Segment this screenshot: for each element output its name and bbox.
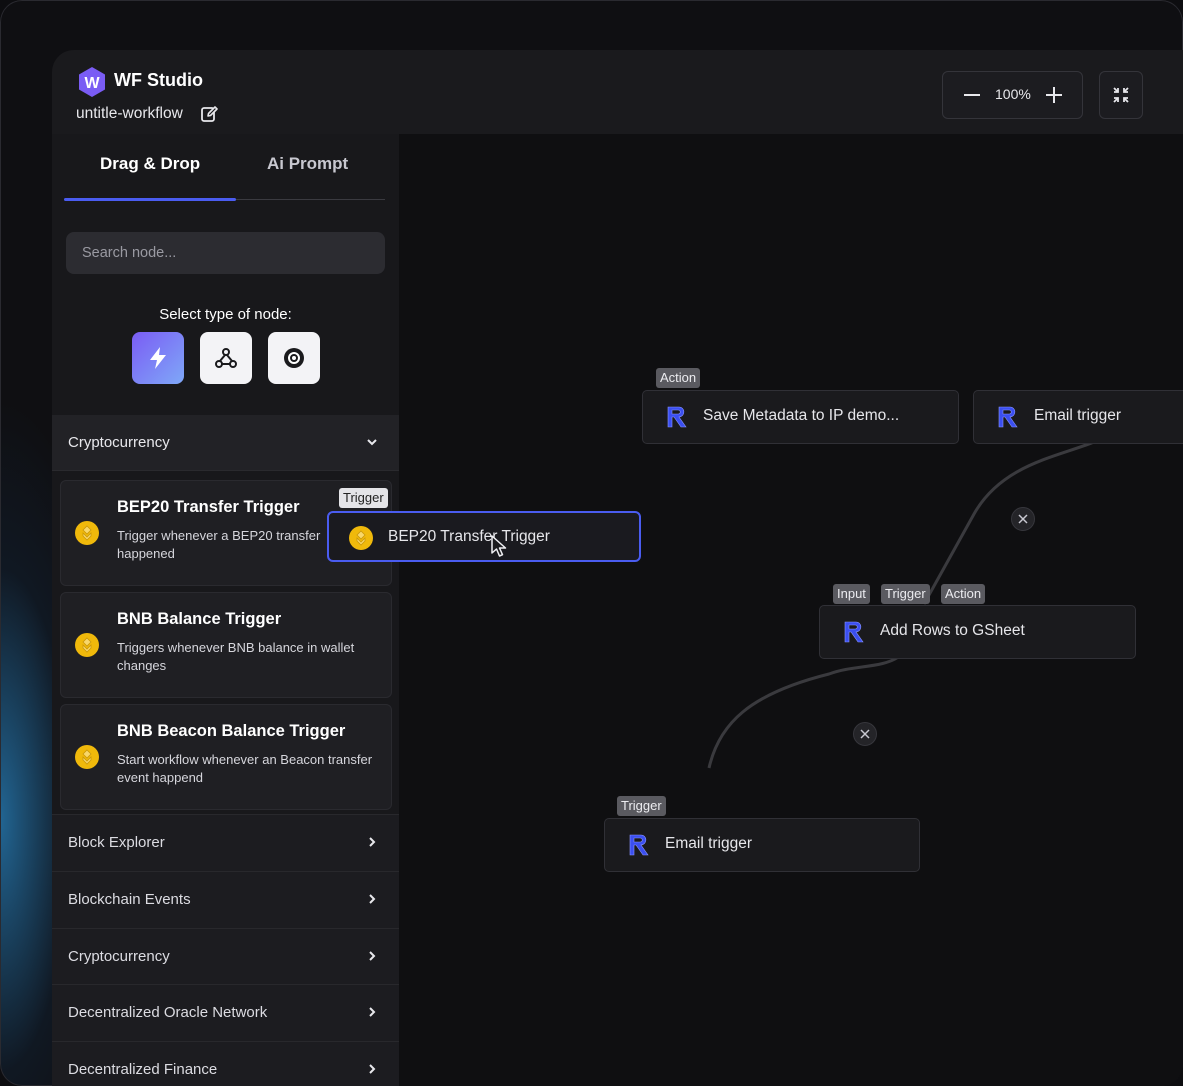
wf-logo-icon: W	[79, 67, 105, 97]
node-label: Save Metadata to IP demo...	[703, 407, 900, 424]
workflow-name[interactable]: untitle-workflow	[76, 105, 183, 123]
zoom-level: 100%	[995, 86, 1031, 102]
chevron-right-icon	[369, 951, 376, 961]
remove-connection-button[interactable]	[1011, 507, 1035, 531]
zoom-control: 100%	[942, 71, 1083, 119]
webhook-icon	[215, 348, 237, 368]
category-label: Decentralized Oracle Network	[68, 1004, 268, 1021]
node-save-metadata[interactable]: Save Metadata to IP demo...	[642, 390, 959, 444]
card-title: BNB Balance Trigger	[117, 610, 282, 628]
remove-connection-button[interactable]	[853, 722, 877, 746]
node-label: Add Rows to GSheet	[880, 622, 1025, 639]
plus-icon[interactable]	[1043, 84, 1065, 106]
node-logo-icon	[844, 621, 864, 643]
card-title: BNB Beacon Balance Trigger	[117, 722, 346, 740]
fit-screen-icon	[1113, 87, 1129, 103]
mouse-cursor-icon	[491, 535, 507, 557]
node-tag-action: Action	[941, 584, 986, 604]
tab-ai-prompt[interactable]: Ai Prompt	[267, 154, 348, 174]
drag-ghost-label: BEP20 Transfer Trigger	[388, 528, 550, 545]
sidebar: Drag & Drop Ai Prompt Select type of nod…	[52, 134, 399, 1086]
fit-screen-button[interactable]	[1099, 71, 1143, 119]
category-label: Decentralized Finance	[68, 1061, 218, 1078]
close-icon	[1018, 514, 1028, 524]
card-description: Triggers whenever BNB balance in wallet …	[117, 640, 355, 673]
svg-text:W: W	[84, 75, 100, 92]
category-label: Cryptocurrency	[68, 434, 170, 451]
node-card-bnb-balance-trigger[interactable]: BNB Balance Trigger Triggers whenever BN…	[60, 592, 392, 698]
minus-icon[interactable]	[961, 84, 983, 106]
node-type-trigger-button[interactable]	[132, 332, 184, 384]
chevron-down-icon	[367, 439, 377, 446]
workflow-canvas[interactable]: Action Save Metadata to IP demo... Email…	[399, 134, 1183, 1086]
node-tag-input: Input	[833, 584, 870, 604]
node-tag-action: Action	[656, 368, 701, 388]
bnb-coin-icon	[75, 521, 99, 545]
chevron-right-icon	[369, 1064, 376, 1074]
chevron-right-icon	[369, 837, 376, 847]
lightning-icon	[150, 347, 166, 369]
app-window: W WF Studio untitle-workflow 100% Drag &…	[52, 50, 1183, 1086]
brand-name: WF Studio	[114, 70, 203, 90]
node-label: Email trigger	[1034, 407, 1121, 424]
node-logo-icon	[667, 406, 687, 428]
category-header-cryptocurrency[interactable]: Cryptocurrency	[52, 415, 399, 471]
drag-ghost-node[interactable]: BEP20 Transfer Trigger	[327, 511, 641, 562]
category-label: Blockchain Events	[68, 891, 191, 908]
node-card-bnb-beacon-balance-trigger[interactable]: BNB Beacon Balance Trigger Start workflo…	[60, 704, 392, 810]
drag-ghost-tag: Trigger	[339, 488, 388, 508]
category-blockchain-events[interactable]: Blockchain Events	[52, 871, 399, 928]
node-type-webhook-button[interactable]	[200, 332, 252, 384]
node-type-settings-button[interactable]	[268, 332, 320, 384]
category-decentralized-oracle-network[interactable]: Decentralized Oracle Network	[52, 984, 399, 1041]
bnb-coin-icon	[75, 633, 99, 657]
node-email-trigger-top[interactable]: Email trigger	[973, 390, 1183, 444]
tab-drag-drop[interactable]: Drag & Drop	[100, 154, 200, 174]
active-tab-indicator	[64, 198, 236, 201]
node-label: Email trigger	[665, 835, 752, 852]
chevron-right-icon	[369, 894, 376, 904]
category-block-explorer[interactable]: Block Explorer	[52, 814, 399, 871]
node-tag-trigger: Trigger	[881, 584, 930, 604]
node-add-rows-gsheet[interactable]: Add Rows to GSheet	[819, 605, 1136, 659]
window-frame: W WF Studio untitle-workflow 100% Drag &…	[0, 0, 1183, 1086]
node-email-trigger-bottom[interactable]: Email trigger	[604, 818, 920, 872]
category-decentralized-finance[interactable]: Decentralized Finance	[52, 1041, 399, 1086]
close-icon	[860, 729, 870, 739]
search-input[interactable]	[66, 232, 385, 274]
chevron-right-icon	[369, 1007, 376, 1017]
header: W WF Studio untitle-workflow 100%	[52, 50, 1183, 135]
card-description: Start workflow whenever an Beacon transf…	[117, 752, 373, 785]
node-tag-trigger: Trigger	[617, 796, 666, 816]
category-label: Block Explorer	[68, 834, 165, 851]
select-type-label: Select type of node:	[159, 306, 292, 323]
gear-icon	[284, 348, 304, 368]
node-logo-icon	[998, 406, 1018, 428]
bnb-coin-icon	[349, 526, 373, 550]
card-title: BEP20 Transfer Trigger	[117, 498, 300, 516]
bnb-coin-icon	[75, 745, 99, 769]
node-logo-icon	[629, 834, 649, 856]
category-label: Cryptocurrency	[68, 948, 170, 965]
category-cryptocurrency[interactable]: Cryptocurrency	[52, 928, 399, 985]
edit-icon[interactable]	[200, 105, 218, 123]
